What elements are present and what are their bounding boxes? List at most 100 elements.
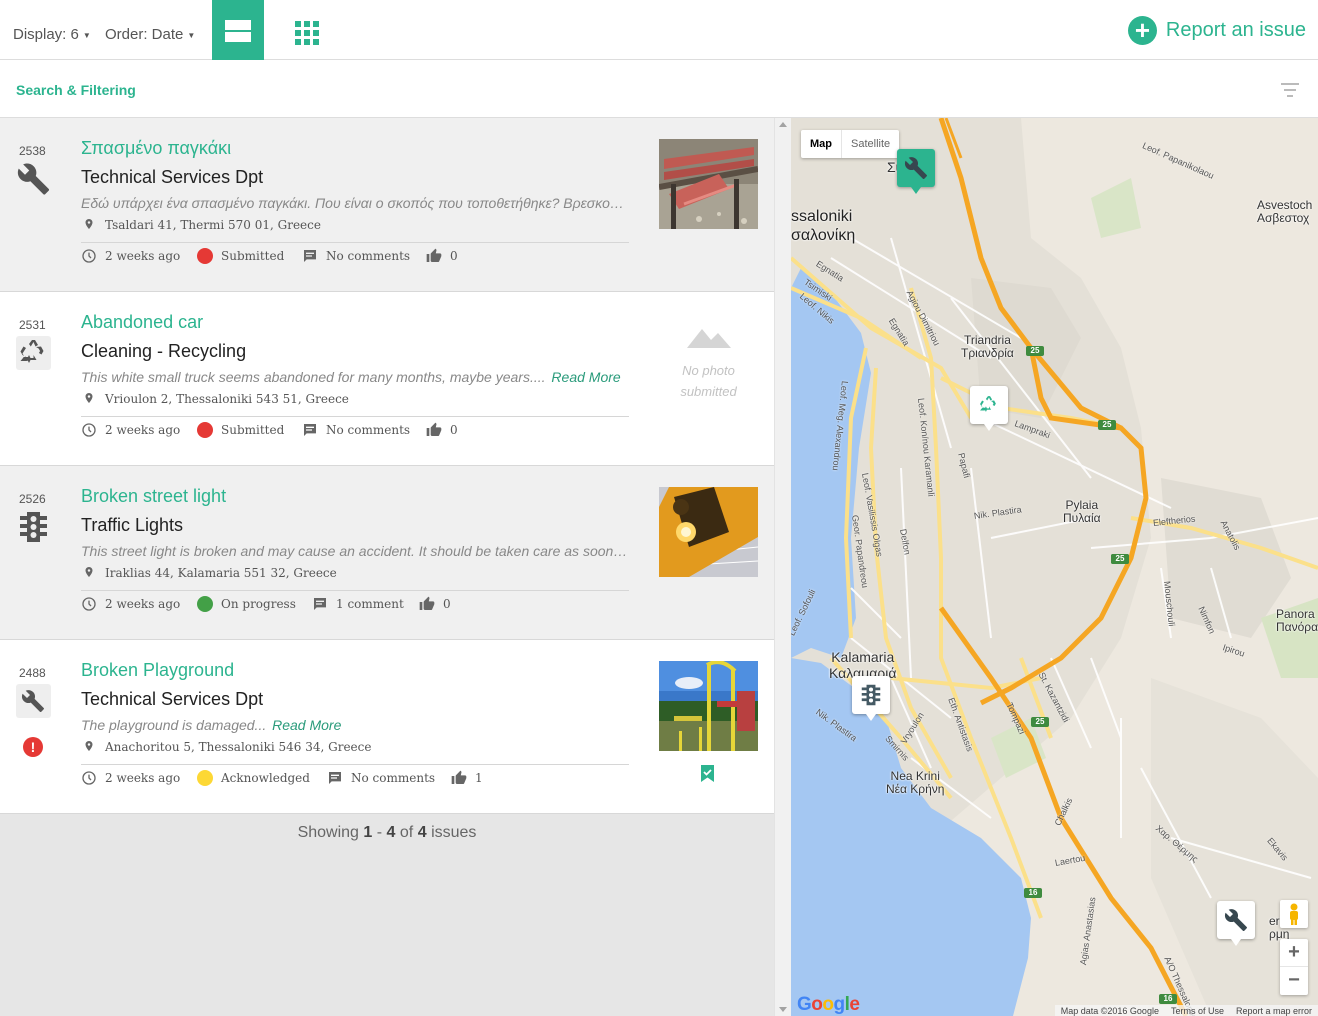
google-logo[interactable]: Google bbox=[797, 994, 860, 1016]
pagination-from: 1 bbox=[363, 824, 373, 841]
grid-view-button[interactable] bbox=[281, 0, 333, 60]
issue-comments[interactable]: No comments bbox=[327, 770, 435, 786]
bookmark-check-icon[interactable] bbox=[701, 765, 714, 782]
issue-card[interactable]: 2538 Σπασμένο παγκάκι Technical Services… bbox=[0, 118, 774, 292]
grid-view-icon bbox=[313, 21, 319, 27]
street-view-pegman[interactable] bbox=[1280, 900, 1308, 928]
issue-id: 2538 bbox=[19, 144, 46, 158]
playground-photo[interactable] bbox=[659, 661, 758, 751]
scroll-down-icon[interactable] bbox=[779, 1007, 787, 1012]
comment-icon bbox=[329, 772, 341, 784]
issue-comments[interactable]: 1 comment bbox=[312, 596, 404, 612]
issue-title[interactable]: Abandoned car bbox=[81, 312, 203, 333]
pagination-of: of bbox=[399, 824, 414, 841]
map-label: Panora Πανόρα bbox=[1276, 608, 1318, 634]
issues-map[interactable]: Map Satellite Συκ ssaloniki σαλονίκη Tri… bbox=[791, 118, 1318, 1016]
issue-card[interactable]: 2531 Abandoned car Cleaning - Recycling … bbox=[0, 292, 774, 466]
issue-likes-text: 0 bbox=[450, 249, 458, 263]
plus-circle-icon: + bbox=[1127, 15, 1157, 45]
grid-view-icon bbox=[295, 21, 301, 27]
map-data-credit: Map data ©2016 Google bbox=[1060, 1006, 1159, 1016]
search-filtering-link[interactable]: Search & Filtering bbox=[16, 82, 136, 98]
display-count-dropdown[interactable]: Display: 6 ▼ bbox=[13, 26, 91, 43]
display-count-label: Display: 6 bbox=[13, 26, 79, 43]
map-marker-wrench[interactable] bbox=[897, 149, 935, 194]
location-pin-icon bbox=[85, 219, 93, 229]
list-scrollbar[interactable] bbox=[774, 118, 791, 1016]
issue-comments[interactable]: No comments bbox=[302, 248, 410, 264]
map-type-map-button[interactable]: Map bbox=[801, 130, 841, 158]
issue-title[interactable]: Broken Playground bbox=[81, 660, 234, 681]
issue-card[interactable]: 2526 Broken street light Traffic Lights … bbox=[0, 466, 774, 640]
filter-icon[interactable] bbox=[1281, 83, 1299, 97]
map-label-text: σαλονίκη bbox=[791, 227, 856, 244]
read-more-link[interactable]: Read More bbox=[272, 717, 341, 733]
wrench-icon bbox=[17, 163, 50, 195]
road-shield: 25 bbox=[1111, 554, 1129, 564]
map-marker-wrench[interactable] bbox=[1217, 901, 1255, 946]
zoom-out-button[interactable]: − bbox=[1280, 967, 1308, 995]
map-label: Asvestoch Ασβεστοχ bbox=[1257, 199, 1312, 225]
issue-likes[interactable]: 0 bbox=[419, 596, 451, 612]
issue-likes[interactable]: 1 bbox=[451, 770, 483, 786]
clock-icon bbox=[82, 249, 96, 263]
map-label-text: Ασβεστοχ bbox=[1257, 211, 1310, 225]
map-marker-recycling[interactable] bbox=[970, 386, 1008, 431]
issue-id: 2488 bbox=[19, 666, 46, 680]
issue-title[interactable]: Σπασμένο παγκάκι bbox=[81, 138, 231, 159]
pagination-dash: - bbox=[376, 824, 383, 841]
issue-likes[interactable]: 0 bbox=[426, 422, 458, 438]
issue-time: 2 weeks ago bbox=[81, 596, 180, 612]
issue-status: Acknowledged bbox=[197, 770, 310, 786]
map-type-satellite-button[interactable]: Satellite bbox=[841, 130, 899, 158]
issue-comments-text: No comments bbox=[326, 249, 411, 263]
issue-likes[interactable]: 0 bbox=[426, 248, 458, 264]
thumbs-up-icon bbox=[451, 770, 467, 784]
order-dropdown[interactable]: Order: Date ▼ bbox=[105, 26, 195, 43]
map-marker-traffic-light[interactable] bbox=[852, 676, 890, 721]
issue-card[interactable]: 2488 ! Broken Playground Technical Servi… bbox=[0, 640, 774, 814]
issue-comments[interactable]: No comments bbox=[302, 422, 410, 438]
issue-address: Tsaldari 41, Thermi 570 01, Greece bbox=[81, 216, 629, 243]
scroll-up-icon[interactable] bbox=[779, 122, 787, 127]
issue-likes-text: 0 bbox=[443, 597, 451, 611]
issue-description-text: The playground is damaged... bbox=[81, 717, 267, 733]
grid-view-icon bbox=[304, 30, 310, 36]
caret-down-icon: ▼ bbox=[187, 30, 196, 40]
terms-of-use-link[interactable]: Terms of Use bbox=[1171, 1005, 1224, 1016]
pagination-suffix: issues bbox=[431, 824, 477, 841]
issue-title[interactable]: Broken street light bbox=[81, 486, 226, 507]
no-photo-text: No photo bbox=[682, 363, 735, 378]
traffic-light-photo[interactable] bbox=[659, 487, 758, 577]
grid-view-icon bbox=[313, 39, 319, 45]
map-label: Nea Krini Νέα Κρήνη bbox=[886, 770, 944, 796]
issue-department: Cleaning - Recycling bbox=[81, 341, 247, 361]
report-map-error-link[interactable]: Report a map error bbox=[1236, 1005, 1312, 1016]
map-canvas bbox=[791, 118, 1318, 1016]
issue-description-text: This white small truck seems abandoned f… bbox=[81, 369, 546, 385]
report-issue-button[interactable]: + Report an issue bbox=[1127, 15, 1306, 45]
issue-department: Traffic Lights bbox=[81, 515, 184, 535]
list-view-icon bbox=[225, 20, 251, 30]
clock-icon bbox=[82, 423, 96, 437]
zoom-in-button[interactable]: + bbox=[1280, 939, 1308, 967]
issue-list: 2538 Σπασμένο παγκάκι Technical Services… bbox=[0, 118, 774, 1016]
issue-id: 2531 bbox=[19, 318, 46, 332]
read-more-link[interactable]: Read More bbox=[551, 369, 620, 385]
location-pin-icon bbox=[85, 393, 93, 403]
map-label-text: ssaloniki bbox=[791, 208, 853, 225]
map-type-control: Map Satellite bbox=[801, 130, 900, 158]
broken-bench-photo[interactable] bbox=[659, 139, 758, 229]
status-dot-icon bbox=[197, 596, 213, 612]
grid-view-icon bbox=[304, 39, 310, 45]
issue-time: 2 weeks ago bbox=[81, 248, 180, 264]
mountain-image-icon bbox=[686, 329, 731, 348]
status-dot-icon bbox=[197, 422, 213, 438]
issue-address: Iraklias 44, Kalamaria 551 32, Greece bbox=[81, 564, 629, 591]
thumbs-up-icon bbox=[419, 596, 435, 610]
order-label: Order: Date bbox=[105, 26, 184, 43]
comment-icon bbox=[304, 250, 316, 262]
location-pin-icon bbox=[85, 741, 93, 751]
list-view-button[interactable] bbox=[212, 0, 264, 60]
recycling-icon bbox=[980, 396, 996, 412]
